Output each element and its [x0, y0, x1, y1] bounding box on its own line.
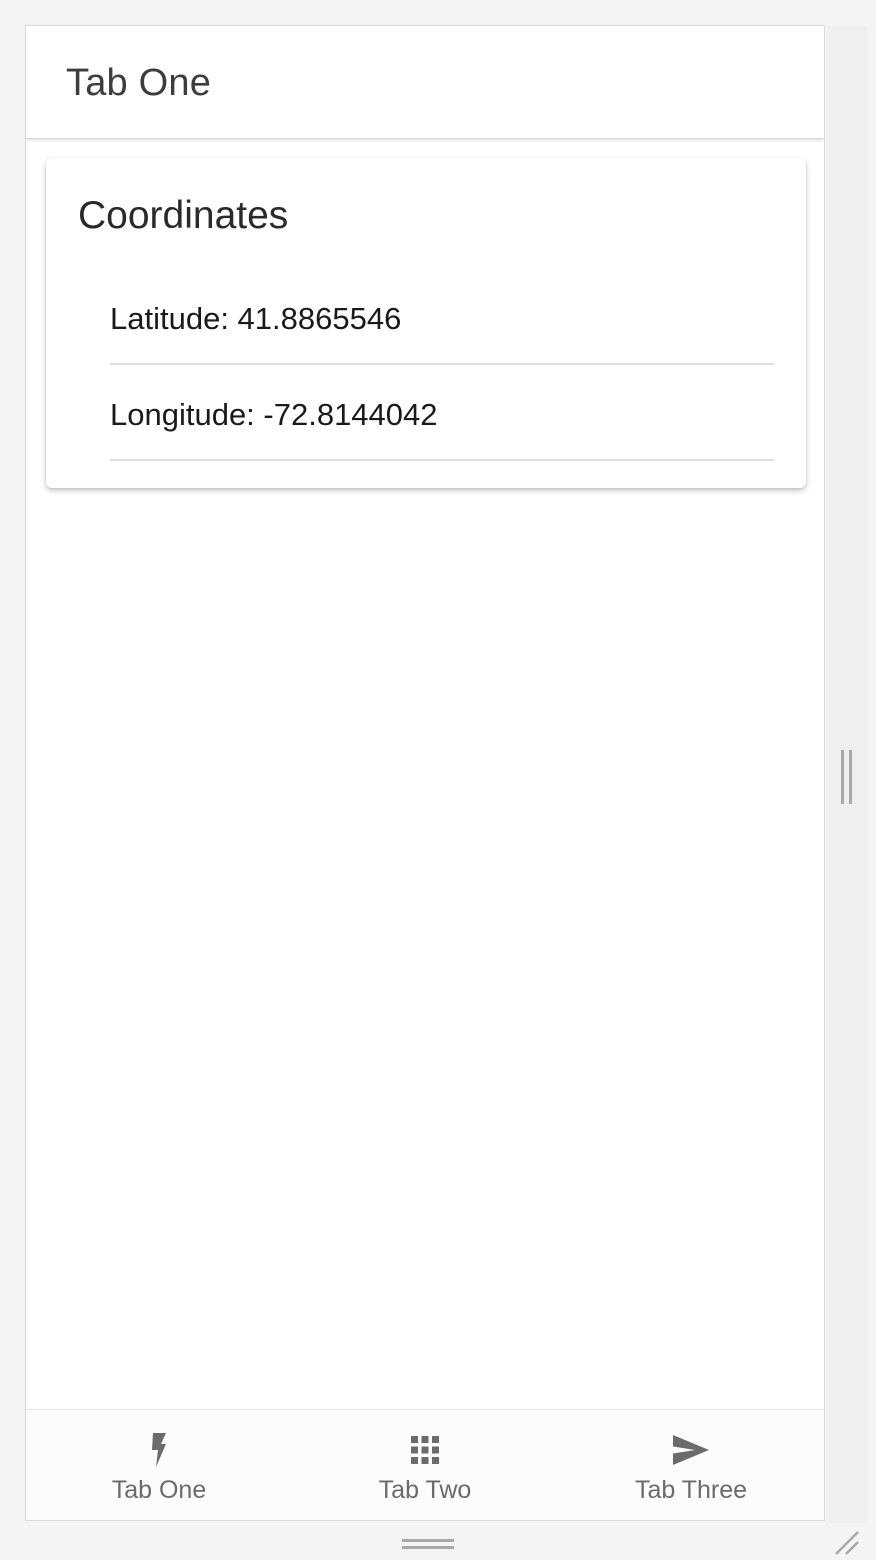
tab-one-label: Tab One [111, 1476, 207, 1504]
header-toolbar: Tab One [26, 26, 824, 138]
drag-handle-icon[interactable] [402, 1538, 454, 1550]
page-title: Tab One [66, 62, 212, 104]
device-frame: Tab One Coordinates Latitude: 41.8865546… [25, 25, 825, 1521]
tab-two[interactable]: Tab Two [292, 1410, 558, 1520]
bottom-tab-bar: Tab One Tab Two Tab Three [26, 1409, 824, 1520]
list-item-latitude: Latitude: 41.8865546 [110, 270, 774, 365]
tab-three-label: Tab Three [634, 1476, 748, 1504]
resize-grip-icon[interactable] [832, 1528, 862, 1556]
tab-one[interactable]: Tab One [26, 1410, 292, 1520]
tab-three[interactable]: Tab Three [558, 1410, 824, 1520]
longitude-label: Longitude: -72.8144042 [110, 397, 438, 432]
send-icon [673, 1435, 709, 1465]
list-item-longitude: Longitude: -72.8144042 [110, 366, 774, 461]
emulator-stage: Tab One Coordinates Latitude: 41.8865546… [0, 0, 876, 1560]
latitude-label: Latitude: 41.8865546 [110, 301, 402, 336]
flash-icon [152, 1433, 166, 1467]
card-title: Coordinates [78, 194, 289, 237]
coordinates-card: Coordinates Latitude: 41.8865546 Longitu… [46, 158, 806, 488]
side-drag-handle-icon[interactable] [840, 750, 854, 804]
tab-two-label: Tab Two [378, 1476, 472, 1504]
apps-grid-icon [411, 1436, 439, 1464]
